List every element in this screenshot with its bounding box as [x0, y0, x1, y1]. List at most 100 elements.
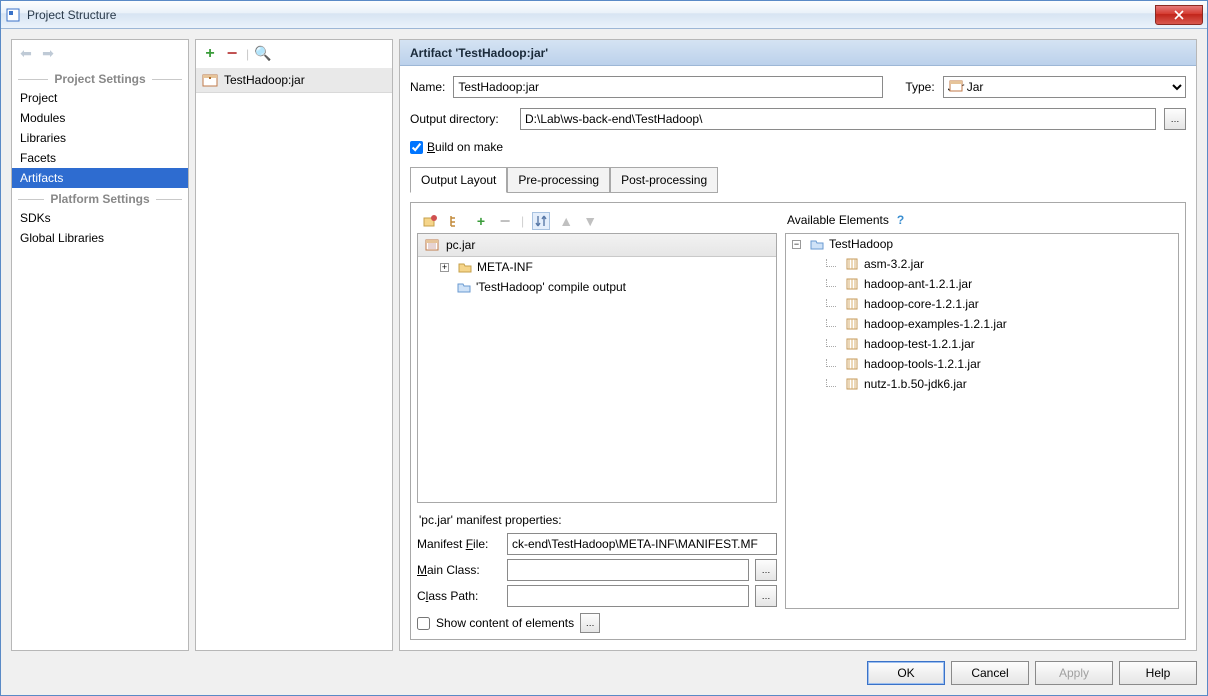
cancel-button[interactable]: Cancel	[951, 661, 1029, 685]
window-controls	[1155, 5, 1203, 25]
help-icon[interactable]: ?	[897, 213, 904, 227]
new-folder-icon[interactable]	[421, 212, 439, 230]
browse-main-class-button[interactable]: …	[755, 559, 777, 581]
apply-button[interactable]: Apply	[1035, 661, 1113, 685]
available-lib-item[interactable]: hadoop-tools-1.2.1.jar	[786, 354, 1178, 374]
available-root[interactable]: − TestHadoop	[786, 234, 1178, 254]
tree-node-compile[interactable]: 'TestHadoop' compile output	[418, 277, 776, 297]
output-layout-pane: + − | ▲ ▼ pc.jar	[410, 202, 1186, 640]
available-lib-item[interactable]: nutz-1.b.50-jdk6.jar	[786, 374, 1178, 394]
type-label: Type:	[905, 80, 934, 94]
manifest-header: 'pc.jar' manifest properties:	[417, 509, 777, 531]
library-icon	[844, 336, 860, 352]
tab-output-layout[interactable]: Output Layout	[410, 167, 507, 193]
available-lib-label: hadoop-tools-1.2.1.jar	[864, 357, 981, 371]
nav-modules[interactable]: Modules	[12, 108, 188, 128]
available-elements-header: Available Elements	[787, 213, 889, 227]
collapse-icon[interactable]: −	[792, 240, 801, 249]
titlebar: Project Structure	[1, 1, 1207, 29]
jar-icon	[424, 237, 440, 253]
move-down-icon[interactable]: ▼	[582, 213, 598, 229]
tab-pre-processing[interactable]: Pre-processing	[507, 167, 610, 193]
browse-outdir-button[interactable]: …	[1164, 108, 1186, 130]
show-content-config-button[interactable]: …	[580, 613, 600, 633]
available-lib-label: nutz-1.b.50-jdk6.jar	[864, 377, 967, 391]
build-on-make-checkbox[interactable]	[410, 141, 423, 154]
nav-toolbar: ⬅ ➡	[12, 40, 188, 68]
artifact-list-item[interactable]: TestHadoop:jar	[196, 68, 392, 93]
sort-icon[interactable]	[532, 212, 550, 230]
show-content-checkbox[interactable]	[417, 617, 430, 630]
expand-icon[interactable]: +	[440, 263, 449, 272]
nav-libraries[interactable]: Libraries	[12, 128, 188, 148]
browse-class-path-button[interactable]: …	[755, 585, 777, 607]
tree-node-label: 'TestHadoop' compile output	[476, 280, 626, 294]
artifact-detail-panel: Artifact 'TestHadoop:jar' Name: Type: Ja…	[399, 39, 1197, 651]
artifact-tabs: Output Layout Pre-processing Post-proces…	[410, 166, 1186, 192]
available-lib-label: hadoop-examples-1.2.1.jar	[864, 317, 1007, 331]
show-content-label: Show content of elements	[436, 616, 574, 630]
output-dir-input[interactable]	[520, 108, 1156, 130]
back-icon[interactable]: ⬅	[18, 46, 34, 62]
nav-project[interactable]: Project	[12, 88, 188, 108]
build-on-make-label: BBuild on makeuild on make	[427, 140, 503, 154]
layout-toolbar: + − | ▲ ▼	[417, 209, 777, 233]
platform-settings-header: Platform Settings	[12, 192, 188, 206]
tree-root[interactable]: pc.jar	[418, 234, 776, 257]
main-class-input[interactable]	[507, 559, 749, 581]
available-lib-label: hadoop-test-1.2.1.jar	[864, 337, 975, 351]
module-icon	[809, 236, 825, 252]
available-lib-item[interactable]: asm-3.2.jar	[786, 254, 1178, 274]
library-icon	[844, 316, 860, 332]
nav-artifacts[interactable]: Artifacts	[12, 168, 188, 188]
artifact-header: Artifact 'TestHadoop:jar'	[400, 40, 1196, 66]
ok-button[interactable]: OK	[867, 661, 945, 685]
available-lib-item[interactable]: hadoop-test-1.2.1.jar	[786, 334, 1178, 354]
artifact-icon	[202, 72, 218, 88]
move-up-icon[interactable]: ▲	[558, 213, 574, 229]
nav-facets[interactable]: Facets	[12, 148, 188, 168]
type-select[interactable]: Jar	[943, 76, 1186, 98]
artifact-list-item-label: TestHadoop:jar	[224, 73, 305, 87]
library-icon	[844, 356, 860, 372]
folder-icon	[457, 259, 473, 275]
remove-element-icon[interactable]: −	[497, 213, 513, 229]
window-title: Project Structure	[27, 8, 1155, 22]
forward-icon[interactable]: ➡	[40, 46, 56, 62]
tree-node-label: META-INF	[477, 260, 533, 274]
class-path-label: Class Path:	[417, 589, 501, 603]
available-lib-item[interactable]: hadoop-core-1.2.1.jar	[786, 294, 1178, 314]
available-lib-item[interactable]: hadoop-examples-1.2.1.jar	[786, 314, 1178, 334]
tab-post-processing[interactable]: Post-processing	[610, 167, 718, 193]
module-output-icon	[456, 279, 472, 295]
available-lib-label: asm-3.2.jar	[864, 257, 924, 271]
tree-icon[interactable]	[447, 212, 465, 230]
class-path-input[interactable]	[507, 585, 749, 607]
add-icon[interactable]: +	[202, 46, 218, 62]
search-icon[interactable]: 🔍	[255, 46, 271, 62]
artifact-list-toolbar: + − | 🔍	[196, 40, 392, 68]
available-elements-tree[interactable]: − TestHadoop asm-3.2.jar hadoop-ant-1.2.1…	[785, 233, 1179, 609]
tree-node-folder[interactable]: + META-INF	[418, 257, 776, 277]
manifest-file-label: Manifest File:	[417, 537, 501, 551]
close-button[interactable]	[1155, 5, 1203, 25]
tree-root-label: pc.jar	[446, 238, 475, 252]
library-icon	[844, 256, 860, 272]
manifest-file-input[interactable]	[507, 533, 777, 555]
project-settings-header: Project Settings	[12, 72, 188, 86]
remove-icon[interactable]: −	[224, 46, 240, 62]
available-lib-label: hadoop-ant-1.2.1.jar	[864, 277, 972, 291]
help-button[interactable]: Help	[1119, 661, 1197, 685]
nav-global-libraries[interactable]: Global Libraries	[12, 228, 188, 248]
library-icon	[844, 376, 860, 392]
nav-sdks[interactable]: SDKs	[12, 208, 188, 228]
name-input[interactable]	[453, 76, 883, 98]
app-icon	[5, 7, 21, 23]
output-layout-tree[interactable]: pc.jar + META-INF 'Te	[417, 233, 777, 503]
available-lib-label: hadoop-core-1.2.1.jar	[864, 297, 979, 311]
settings-nav: ⬅ ➡ Project Settings Project Modules Lib…	[11, 39, 189, 651]
dialog-buttons: OK Cancel Apply Help	[11, 659, 1197, 685]
available-lib-item[interactable]: hadoop-ant-1.2.1.jar	[786, 274, 1178, 294]
add-element-icon[interactable]: +	[473, 213, 489, 229]
library-icon	[844, 296, 860, 312]
